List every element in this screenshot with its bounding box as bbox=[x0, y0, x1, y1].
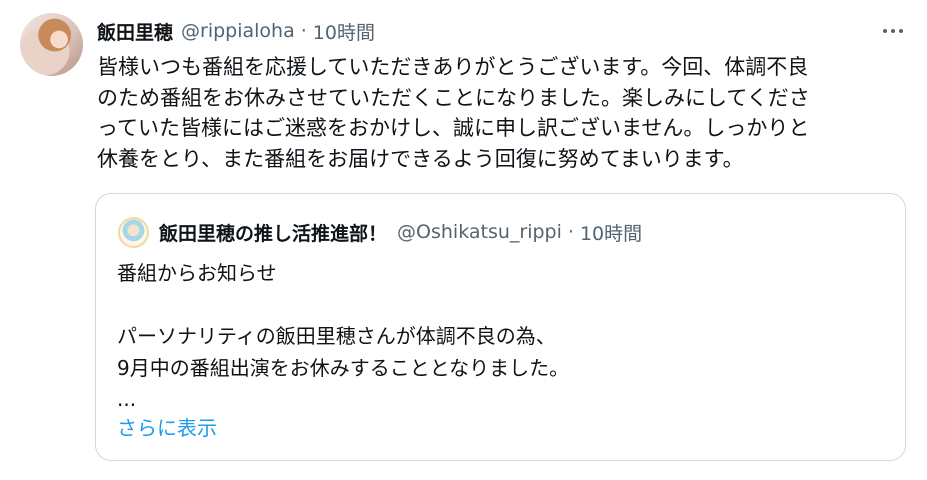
quoted-header-separator: · bbox=[567, 221, 574, 243]
author-avatar[interactable] bbox=[20, 13, 83, 76]
more-horizontal-icon-dot bbox=[899, 29, 903, 33]
tweet-text-line: のため番組をお休みさせていただくことになりました。楽しみにしてくださ bbox=[97, 85, 810, 110]
quoted-author-display-name: 飯田里穂の推し活推進部！ bbox=[159, 222, 388, 245]
quoted-text-ellipsis: ... bbox=[117, 387, 137, 411]
more-options-button[interactable] bbox=[876, 18, 910, 44]
author-display-name[interactable]: 飯田里穂 bbox=[97, 18, 173, 45]
tweet-text-line: 皆様いつも番組を応援していただきありがとうございます。今回、体調不良 bbox=[97, 55, 809, 79]
quoted-text-line: 9月中の番組出演をお休みすることとなりました。 bbox=[117, 355, 570, 380]
header-separator: · bbox=[300, 20, 307, 42]
tweet-timestamp[interactable]: 10時間 bbox=[313, 18, 375, 45]
quoted-text-line: パーソナリティの飯田里穂さんが体調不良の為、 bbox=[117, 324, 556, 348]
tweet-text-line: 休養をとり、また番組をお届けできるよう回復に努めてまいります。 bbox=[97, 147, 744, 172]
quoted-text-line: 番組からお知らせ bbox=[117, 261, 277, 285]
more-horizontal-icon bbox=[883, 29, 887, 33]
quoted-tweet-text: 番組からお知らせ パーソナリティの飯田里穂さんが体調不良の為、 9月中の番組出演… bbox=[117, 258, 887, 416]
quoted-tweet-timestamp: 10時間 bbox=[579, 222, 643, 245]
tweet-header: 飯田里穂 @rippialoha · 10時間 bbox=[97, 16, 375, 46]
show-more-link[interactable]: さらに表示 bbox=[117, 412, 217, 441]
more-horizontal-icon-dot bbox=[891, 29, 895, 33]
author-handle[interactable]: @rippialoha bbox=[181, 20, 295, 42]
tweet-text: 皆様いつも番組を応援していただきありがとうございます。今回、体調不良 のため番組… bbox=[97, 52, 907, 175]
quoted-tweet-card[interactable]: 飯田里穂の推し活推進部！ @Oshikatsu_rippi · 10時間 番組か… bbox=[95, 193, 906, 461]
quoted-author-avatar bbox=[118, 216, 149, 248]
tweet[interactable]: 飯田里穂 @rippialoha · 10時間 皆様いつも番組を応援していただき… bbox=[0, 0, 927, 480]
quoted-tweet-header: 飯田里穂の推し活推進部！ @Oshikatsu_rippi · 10時間 bbox=[118, 215, 642, 249]
tweet-text-line: っていた皆様にはご迷惑をおかけし、誠に申し訳ございません。しっかりと bbox=[97, 116, 810, 141]
quoted-author-handle: @Oshikatsu_rippi bbox=[397, 221, 562, 243]
quoted-text-blank-line bbox=[117, 290, 887, 322]
